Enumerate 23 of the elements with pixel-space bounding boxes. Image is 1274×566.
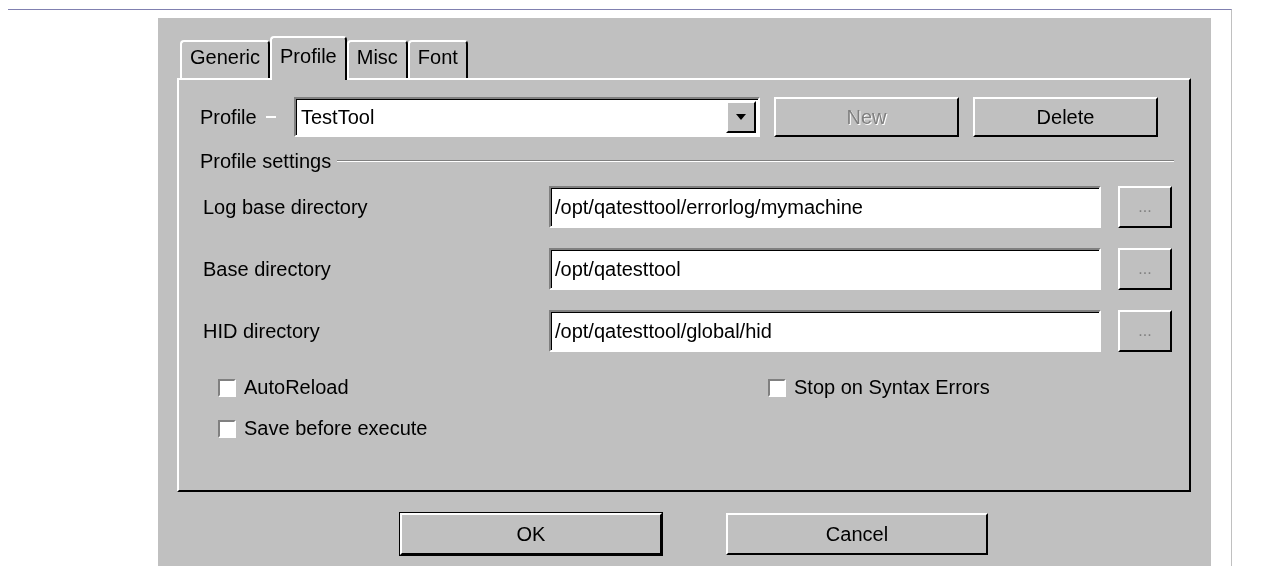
button[interactable]: Delete: [973, 97, 1158, 137]
group-title: Profile settings: [200, 149, 332, 173]
input-field[interactable]: /opt/qatesttool: [549, 248, 1101, 290]
tab[interactable]: Misc: [346, 40, 408, 78]
input-field[interactable]: /opt/qatesttool/global/hid: [549, 310, 1101, 352]
checkbox-label: Save before execute: [244, 417, 428, 440]
checkbox[interactable]: [218, 419, 236, 438]
checkbox[interactable]: [218, 378, 236, 397]
field-label: HID directory: [202, 319, 321, 343]
checkbox-label: AutoReload: [244, 376, 349, 399]
input-field[interactable]: /opt/qatesttool/errorlog/mymachine: [549, 186, 1101, 228]
field-label: Log base directory: [202, 195, 369, 219]
field-label: Profile: [200, 105, 258, 129]
tab[interactable]: Font: [407, 40, 468, 78]
field-label: Base directory: [202, 257, 332, 281]
checkbox[interactable]: [768, 378, 786, 397]
checkbox-label: Stop on Syntax Errors: [794, 376, 990, 399]
profile-dropdown[interactable]: TestTool: [294, 97, 760, 137]
button[interactable]: Cancel: [726, 513, 988, 555]
dropdown-button[interactable]: [726, 101, 756, 133]
tab[interactable]: Profile: [270, 36, 347, 80]
caret-icon: [736, 114, 746, 120]
button[interactable]: OK: [400, 513, 662, 555]
